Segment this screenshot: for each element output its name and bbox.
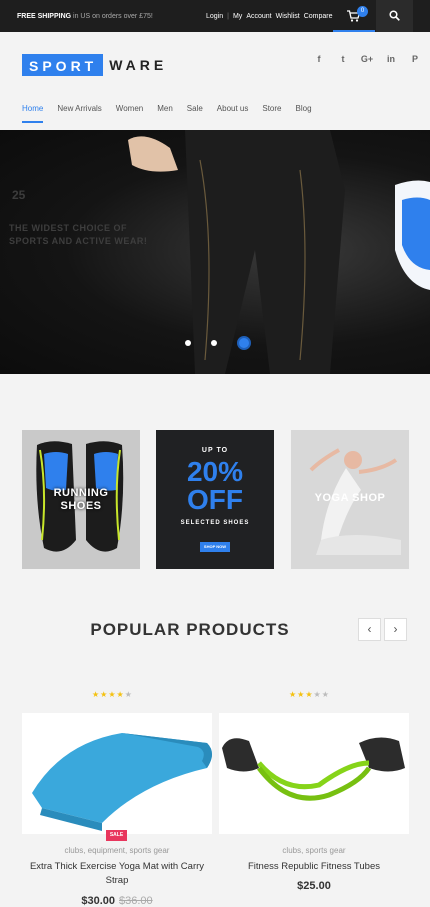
product-1-rating: ★★★★★ bbox=[92, 690, 133, 699]
sale-banner[interactable]: UP TO 20% OFF SELECTED SHOES SHOP NOW bbox=[156, 430, 274, 569]
logo[interactable]: SPORT WARE bbox=[22, 54, 167, 76]
product-2-image[interactable] bbox=[219, 713, 409, 834]
shop-now-button[interactable]: SHOP NOW bbox=[200, 542, 230, 552]
my-link[interactable]: My bbox=[233, 13, 242, 20]
promo-banners: RUNNING SHOES UP TO 20% OFF SELECTED SHO… bbox=[22, 430, 409, 570]
logo-box-text: SPORT bbox=[22, 54, 104, 76]
product-2-category[interactable]: clubs, sports gear bbox=[219, 846, 409, 855]
carousel-prev-button[interactable]: ‹ bbox=[358, 618, 381, 641]
running-shoes-caption: RUNNING SHOES bbox=[53, 487, 109, 512]
main-nav: Home New Arrivals Women Men Sale About u… bbox=[22, 104, 326, 123]
facebook-icon[interactable]: f bbox=[307, 54, 331, 64]
sale-percent: 20% OFF bbox=[186, 456, 244, 515]
nav-home[interactable]: Home bbox=[22, 104, 44, 123]
yoga-shop-banner[interactable]: YOGA SHOP bbox=[291, 430, 409, 569]
hero-tagline: THE WIDEST CHOICE OF SPORTS AND ACTIVE W… bbox=[9, 223, 148, 246]
product-2-price: $25.00 bbox=[297, 880, 331, 892]
nav-blog[interactable]: Blog bbox=[296, 104, 312, 123]
slider-dot-1[interactable] bbox=[185, 340, 191, 346]
running-shoes-banner[interactable]: RUNNING SHOES bbox=[22, 430, 140, 569]
sale-subtitle: SELECTED SHOES bbox=[180, 520, 250, 526]
google-plus-icon[interactable]: G+ bbox=[355, 54, 379, 64]
product-2-rating: ★★★★★ bbox=[289, 690, 330, 699]
top-bar: FREE SHIPPING in US on orders over £75! … bbox=[0, 0, 430, 32]
hero-number: 25 bbox=[12, 188, 26, 202]
logo-rest-text: WARE bbox=[109, 57, 168, 73]
slider-dots bbox=[185, 336, 251, 350]
search-icon bbox=[389, 10, 400, 21]
product-1-image[interactable] bbox=[22, 713, 212, 834]
carousel-next-button[interactable]: › bbox=[384, 618, 407, 641]
hero-slider: 25 THE WIDEST CHOICE OF SPORTS AND ACTIV… bbox=[0, 130, 430, 374]
sale-up-to: UP TO bbox=[201, 447, 229, 454]
slider-dot-3[interactable] bbox=[237, 336, 251, 350]
account-links: Login | My Account Wishlist Compare bbox=[206, 13, 333, 20]
popular-products-title: POPULAR PRODUCTS bbox=[90, 620, 290, 639]
cart-button[interactable]: 0 bbox=[333, 0, 375, 32]
wishlist-link[interactable]: Wishlist bbox=[276, 13, 300, 20]
linkedin-icon[interactable]: in bbox=[379, 54, 403, 64]
nav-men[interactable]: Men bbox=[157, 104, 173, 123]
nav-store[interactable]: Store bbox=[262, 104, 281, 123]
nav-new-arrivals[interactable]: New Arrivals bbox=[57, 104, 101, 123]
social-links: f t G+ in P bbox=[307, 54, 427, 64]
divider: | bbox=[227, 13, 229, 20]
product-1-category[interactable]: clubs, equipment, sports gear bbox=[22, 846, 212, 855]
cart-count-badge: 0 bbox=[357, 6, 368, 17]
slider-dot-2[interactable] bbox=[211, 340, 217, 346]
twitter-icon[interactable]: t bbox=[331, 54, 355, 64]
sale-badge: SALE bbox=[106, 830, 127, 841]
nav-about-us[interactable]: About us bbox=[217, 104, 249, 123]
nav-sale[interactable]: Sale bbox=[187, 104, 203, 123]
account-link[interactable]: Account bbox=[246, 13, 271, 20]
product-1-name[interactable]: Extra Thick Exercise Yoga Mat with Carry… bbox=[22, 860, 212, 888]
product-carousel-arrows: ‹ › bbox=[358, 618, 407, 641]
login-link[interactable]: Login bbox=[206, 13, 223, 20]
compare-link[interactable]: Compare bbox=[304, 13, 333, 20]
shipping-notice: FREE SHIPPING in US on orders over £75! bbox=[17, 13, 153, 20]
nav-women[interactable]: Women bbox=[116, 104, 143, 123]
yoga-shop-caption: YOGA SHOP bbox=[314, 492, 386, 504]
search-button[interactable] bbox=[376, 0, 413, 32]
site-header: SPORT WARE f t G+ in P Home New Arrivals… bbox=[0, 32, 430, 130]
pinterest-icon[interactable]: P bbox=[403, 54, 427, 64]
product-2-name[interactable]: Fitness Republic Fitness Tubes bbox=[219, 860, 409, 874]
product-1-price: $30.00 $36.00 bbox=[81, 895, 153, 907]
